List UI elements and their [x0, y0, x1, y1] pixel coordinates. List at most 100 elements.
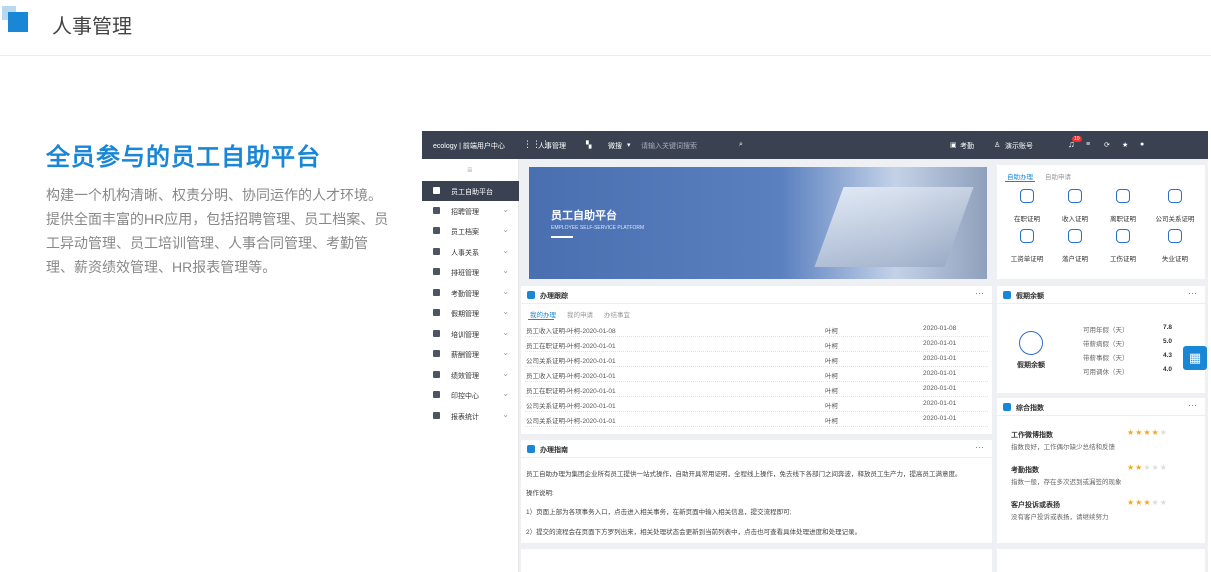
- apps-icon[interactable]: ▚: [586, 141, 591, 149]
- rating-stars: ★★★★★: [1127, 498, 1168, 507]
- hero-description: 构建一个机构清晰、权责分明、协同运作的人才环境。提供全面丰富的HR应用，包括招聘…: [46, 187, 389, 275]
- app-sidebar: ≣ 员工自助平台 招聘管理 ⌄ 员工档案 ⌄ 人事关系 ⌄ 排班管理 ⌄ 考勤管理 ⌄ 假…: [422, 159, 519, 572]
- tab-my-applied[interactable]: 我的申请: [567, 309, 593, 319]
- service-injury[interactable]: 工伤证明: [1101, 229, 1145, 265]
- bottom-card-right: [997, 549, 1205, 572]
- chevron-down-icon: ⌄: [502, 205, 509, 214]
- chevron-down-icon: ⌄: [502, 348, 509, 357]
- tab-self-handle[interactable]: 自助办理: [1007, 171, 1033, 181]
- collapse-icon[interactable]: ≣: [467, 166, 473, 174]
- chevron-down-icon: ⌄: [502, 369, 509, 378]
- tab-completed[interactable]: 办结事宜: [604, 309, 630, 319]
- person-icon: [433, 227, 440, 234]
- sidebar-item-archive[interactable]: 员工档案 ⌄: [422, 221, 519, 241]
- shield-icon: [433, 289, 440, 296]
- app-brand[interactable]: ecology | 前端用户中心: [433, 141, 505, 151]
- chevron-down-icon: ⌄: [502, 307, 509, 316]
- sidebar-item-reports[interactable]: 报表统计 ⌄: [422, 406, 519, 426]
- index-icon: [1003, 403, 1011, 411]
- guide-label: 操作说明:: [526, 490, 554, 497]
- sidebar-item-salary[interactable]: 薪酬管理 ⌄: [422, 344, 519, 364]
- sidebar-item-attendance[interactable]: 考勤管理 ⌄: [422, 283, 519, 303]
- chevron-down-icon: ⌄: [502, 328, 509, 337]
- index-card: 综合指数 ··· 工作微博指数 指数良好，工作偶尔缺少总结和反馈 ★★★★★ 考勤…: [997, 398, 1205, 543]
- rating-stars: ★★★★★: [1127, 463, 1168, 472]
- money-icon: [433, 350, 440, 357]
- briefcase-icon: [1168, 189, 1182, 203]
- bottom-card-left: [521, 549, 992, 572]
- chevron-down-icon: ⌄: [502, 410, 509, 419]
- schedule-icon: [433, 268, 440, 275]
- more-icon[interactable]: ···: [1188, 400, 1197, 410]
- service-employment[interactable]: 在职证明: [1005, 189, 1049, 225]
- sidebar-item-recruit[interactable]: 招聘管理 ⌄: [422, 201, 519, 221]
- chevron-down-icon: ⌄: [502, 287, 509, 296]
- tab-underline: [1005, 181, 1035, 182]
- house-icon: [1068, 229, 1082, 243]
- table-row[interactable]: 员工收入证明-叶柯-2020-01-08 叶柯 2020-01-08: [525, 322, 988, 337]
- seal-icon: [433, 391, 440, 398]
- sidebar-item-schedule[interactable]: 排班管理 ⌄: [422, 262, 519, 282]
- banner: 员工自助平台 EMPLOYEE SELF-SERVICE PLATFORM: [529, 167, 987, 279]
- search-input[interactable]: 请输入关键词搜索: [641, 141, 697, 151]
- rating-stars: ★★★★★: [1127, 428, 1168, 437]
- banner-subtitle: EMPLOYEE SELF-SERVICE PLATFORM: [551, 225, 645, 231]
- guide-icon: [527, 445, 535, 453]
- tab-my-handled[interactable]: 我的办理: [530, 309, 556, 319]
- sidebar-item-seal[interactable]: 印控中心 ⌄: [422, 385, 519, 405]
- sidebar-item-self-service[interactable]: 员工自助平台: [422, 181, 519, 201]
- table-row[interactable]: 公司关系证明-叶柯-2020-01-01 叶柯 2020-01-01: [525, 397, 988, 412]
- chevron-down-icon: ⌄: [502, 389, 509, 398]
- hero-title: 全员参与的员工自助平台: [46, 144, 321, 171]
- service-relation[interactable]: 公司关系证明: [1149, 189, 1201, 225]
- chart-icon: [433, 412, 440, 419]
- leave-title: 假期余额: [1016, 293, 1044, 300]
- grid-floating-button[interactable]: ▦: [1183, 346, 1207, 370]
- tab-self-apply[interactable]: 自助申请: [1045, 171, 1071, 181]
- table-row[interactable]: 公司关系证明-叶柯-2020-01-01 叶柯 2020-01-01: [525, 352, 988, 367]
- table-row[interactable]: 员工在职证明-叶柯-2020-01-01 叶柯 2020-01-01: [525, 382, 988, 397]
- attendance-link[interactable]: 考勤: [960, 141, 974, 151]
- banner-title: 员工自助平台: [551, 210, 617, 222]
- tracking-title: 办理跟踪: [540, 293, 568, 300]
- star-icon[interactable]: ★: [1122, 141, 1128, 149]
- calendar-icon[interactable]: ▣: [950, 141, 957, 149]
- chat-icon[interactable]: ●: [1140, 141, 1144, 148]
- search-scope[interactable]: 微搜: [608, 141, 622, 151]
- guide-title: 办理指南: [540, 447, 568, 454]
- tracking-card: 办理跟踪 ··· 我的办理 我的申请 办结事宜 员工收入证明-叶柯-2020-01…: [521, 286, 992, 434]
- leave-row-value: 5.0: [1163, 338, 1173, 345]
- document-icon: [433, 248, 440, 255]
- account-name[interactable]: 演示账号: [1005, 141, 1033, 151]
- table-row[interactable]: 公司关系证明-叶柯-2020-01-01 叶柯 2020-01-01: [525, 412, 988, 427]
- sidebar-item-performance[interactable]: 绩效管理 ⌄: [422, 365, 519, 385]
- user-icon[interactable]: ♙: [994, 141, 1000, 149]
- notification-badge: 10: [1072, 136, 1082, 142]
- chevron-down-icon[interactable]: ▾: [627, 141, 631, 149]
- service-payslip[interactable]: 工资单证明: [1005, 229, 1049, 265]
- coin-icon: [1168, 229, 1182, 243]
- page-header: 人事管理: [0, 0, 1211, 56]
- more-icon[interactable]: ···: [975, 288, 984, 298]
- leave-row-label: 带薪事假（天）: [1083, 355, 1129, 362]
- table-row[interactable]: 员工收入证明-叶柯-2020-01-01 叶柯 2020-01-01: [525, 367, 988, 382]
- calendar-icon: [1019, 331, 1043, 355]
- service-unemployment[interactable]: 失业证明: [1149, 229, 1201, 265]
- search-icon[interactable]: ⌕: [739, 141, 743, 149]
- sidebar-item-leave[interactable]: 假期管理 ⌄: [422, 303, 519, 323]
- table-row[interactable]: 员工在职证明-叶柯-2020-01-01 叶柯 2020-01-01: [525, 337, 988, 352]
- sidebar-item-training[interactable]: 培训管理 ⌄: [422, 324, 519, 344]
- sidebar-item-relations[interactable]: 人事关系 ⌄: [422, 242, 519, 262]
- service-income[interactable]: 收入证明: [1053, 189, 1097, 225]
- index-item-name: 考勤指数: [1011, 467, 1039, 474]
- index-item-desc: 指数一般，存在多次迟到或漏签的现象: [1011, 479, 1122, 486]
- module-name[interactable]: 人事管理: [538, 141, 566, 151]
- more-icon[interactable]: ···: [1188, 288, 1197, 298]
- index-item-name: 客户投诉或表扬: [1011, 502, 1060, 509]
- service-resignation[interactable]: 离职证明: [1101, 189, 1145, 225]
- list-icon[interactable]: ≡: [1086, 141, 1090, 148]
- more-icon[interactable]: ···: [975, 442, 984, 452]
- service-household[interactable]: 落户证明: [1053, 229, 1097, 265]
- calendar-icon: [433, 309, 440, 316]
- refresh-icon[interactable]: ⟳: [1104, 141, 1110, 149]
